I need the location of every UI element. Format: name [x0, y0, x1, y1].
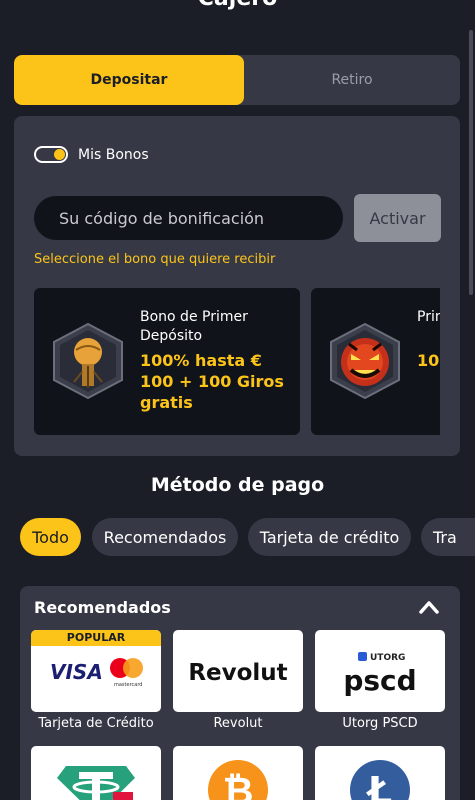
pscd-logo: UTORG pscd	[343, 652, 417, 697]
svg-text:Ł: Ł	[366, 769, 392, 800]
svg-text:Revolut: Revolut	[188, 660, 287, 686]
recommended-section-label: Recomendados	[34, 598, 171, 617]
payment-method-label: Revolut	[213, 716, 263, 731]
payment-methods-panel: Recomendados POPULAR VISA mastercard Tar…	[20, 586, 460, 800]
payment-method-litecoin[interactable]: Ł	[315, 746, 445, 800]
cashier-tabs: Depositar Retiro	[14, 55, 460, 105]
bonus-card-title: Primer apu	[417, 309, 440, 325]
bonus-panel: Mis Bonos Activar Seleccione el bono que…	[14, 116, 460, 456]
chevron-up-icon[interactable]	[418, 598, 440, 616]
page-scrollbar[interactable]	[469, 30, 473, 295]
bonus-card-offer: 100 - 7	[417, 351, 440, 370]
page-title: Cajero	[0, 0, 475, 11]
my-bonuses-toggle[interactable]	[34, 146, 68, 163]
bitcoin-icon: ₿	[208, 760, 268, 800]
payment-method-credit-card[interactable]: POPULAR VISA mastercard Tarjeta de Crédi…	[31, 630, 161, 731]
visa-text: VISA	[50, 660, 103, 684]
svg-text:pscd: pscd	[343, 664, 416, 697]
filter-chip-recommended[interactable]: Recomendados	[92, 518, 238, 556]
revolut-logo: Revolut	[188, 660, 287, 686]
mastercard-text: mastercard	[114, 682, 142, 688]
payment-method-label: Tarjeta de Crédito	[38, 716, 154, 731]
payment-method-utorg-pscd[interactable]: UTORG pscd Utorg PSCD	[315, 630, 445, 731]
payment-method-title: Método de pago	[150, 474, 325, 496]
my-bonuses-label: Mis Bonos	[78, 146, 149, 163]
filter-chip-transfer[interactable]: Tra	[421, 518, 475, 556]
svg-text:₿: ₿	[223, 769, 254, 800]
pumpkin-scarecrow-icon	[53, 322, 123, 400]
payment-method-revolut[interactable]: Revolut Revolut	[173, 630, 303, 731]
tab-withdraw[interactable]: Retiro	[244, 55, 460, 105]
payment-method-tether[interactable]	[31, 746, 161, 800]
payment-filter-chips: Todo Recomendados Tarjeta de crédito Tra	[20, 518, 475, 558]
payment-method-label: Utorg PSCD	[342, 716, 418, 731]
bonus-cards-carousel[interactable]: Bono de Primer Depósito 100% hasta € 100…	[34, 288, 440, 436]
evil-pumpkin-icon	[330, 322, 400, 400]
bonus-card-offer: 100% hasta € 100 + 100 Giros gratis	[140, 351, 284, 412]
svg-text:UTORG: UTORG	[370, 653, 405, 663]
bonus-card-first-deposit[interactable]: Bono de Primer Depósito 100% hasta € 100…	[34, 288, 300, 435]
bonus-code-input[interactable]	[34, 196, 343, 240]
filter-chip-all[interactable]: Todo	[20, 518, 81, 556]
bonus-card-title: Bono de Primer Depósito	[140, 309, 248, 344]
my-bonuses-toggle-row[interactable]: Mis Bonos	[34, 146, 149, 163]
activate-button[interactable]: Activar	[354, 194, 441, 242]
filter-chip-credit-card[interactable]: Tarjeta de crédito	[248, 518, 411, 556]
payment-method-bitcoin[interactable]: ₿	[173, 746, 303, 800]
bonus-card-second[interactable]: Primer apu 100 - 7	[311, 288, 440, 435]
bonus-hint-text: Seleccione el bono que quiere recibir	[34, 252, 276, 267]
popular-badge: POPULAR	[31, 630, 161, 646]
litecoin-icon: Ł	[350, 760, 410, 800]
tab-deposit[interactable]: Depositar	[14, 55, 244, 105]
tether-icon	[57, 766, 135, 800]
